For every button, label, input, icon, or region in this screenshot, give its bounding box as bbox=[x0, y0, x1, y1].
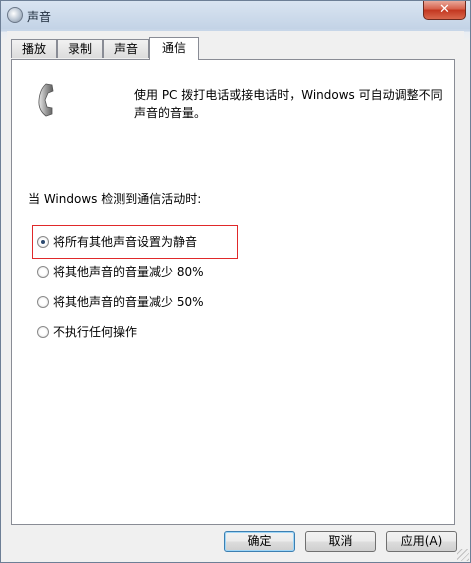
tab-sounds[interactable]: 声音 bbox=[103, 39, 149, 58]
option-label: 将其他声音的音量减少 80% bbox=[53, 265, 204, 279]
radio-button[interactable] bbox=[37, 266, 49, 278]
communications-panel: 使用 PC 拨打电话或接电话时，Windows 可自动调整不同 声音的音量。 当… bbox=[11, 59, 455, 525]
telephone-handset-icon bbox=[38, 83, 54, 117]
apply-button[interactable]: 应用(A) bbox=[386, 531, 457, 552]
description-text: 使用 PC 拨打电话或接电话时，Windows 可自动调整不同 声音的音量。 bbox=[134, 86, 454, 122]
title-bar[interactable]: 声音 ✕ bbox=[1, 1, 470, 29]
description-line-1: 使用 PC 拨打电话或接电话时，Windows 可自动调整不同 bbox=[134, 88, 443, 102]
description-line-2: 声音的音量。 bbox=[134, 106, 207, 120]
close-button[interactable]: ✕ bbox=[423, 1, 466, 20]
option-label: 不执行任何操作 bbox=[53, 325, 138, 339]
window-title: 声音 bbox=[27, 10, 52, 24]
option-label: 将所有其他声音设置为静音 bbox=[53, 235, 198, 249]
radio-button[interactable] bbox=[37, 296, 49, 308]
sound-dialog-window: 声音 ✕ 播放 录制 声音 通信 使用 PC 拨打电话或接电话时，Windows… bbox=[0, 0, 471, 563]
tab-communications[interactable]: 通信 bbox=[149, 37, 199, 60]
tab-playback[interactable]: 播放 bbox=[11, 39, 57, 58]
speaker-icon bbox=[7, 7, 23, 23]
ok-button[interactable]: 确定 bbox=[224, 531, 295, 552]
dialog-client-area: 播放 录制 声音 通信 使用 PC 拨打电话或接电话时，Windows 可自动调… bbox=[7, 31, 464, 558]
section-label: 当 Windows 检测到通信活动时: bbox=[28, 192, 202, 206]
option-label: 将其他声音的音量减少 50% bbox=[53, 295, 204, 309]
cancel-button[interactable]: 取消 bbox=[305, 531, 376, 552]
radio-button-selected[interactable] bbox=[37, 236, 49, 248]
radio-button[interactable] bbox=[37, 326, 49, 338]
resize-grip[interactable] bbox=[457, 549, 469, 561]
tab-recording[interactable]: 录制 bbox=[57, 39, 103, 58]
